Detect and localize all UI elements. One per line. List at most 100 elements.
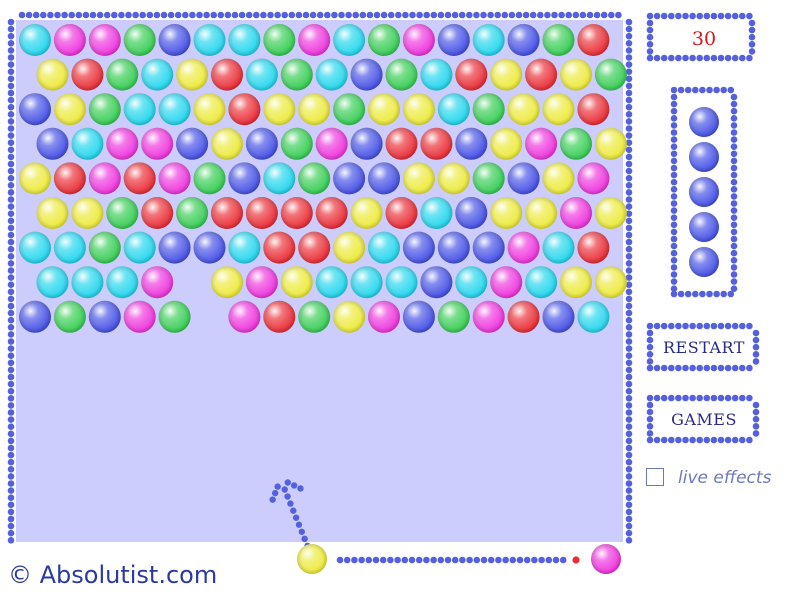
blue-bubble: [333, 162, 366, 195]
bead: [7, 458, 15, 466]
bead: [359, 11, 367, 19]
bead: [670, 122, 678, 129]
blue-bubble: [507, 24, 540, 56]
bead: [7, 387, 15, 395]
games-button[interactable]: GAMES: [648, 410, 760, 429]
bead: [366, 11, 374, 19]
bead: [670, 200, 678, 207]
bead: [625, 458, 633, 466]
bead: [731, 12, 739, 20]
bead: [675, 364, 682, 372]
bead: [699, 86, 706, 94]
blue-bubble: [158, 231, 191, 264]
bead: [724, 322, 732, 330]
bead: [730, 150, 738, 158]
bead: [668, 436, 675, 444]
magenta-bubble: [560, 197, 592, 229]
cyan-bubble: [158, 93, 191, 126]
blue-bubble: [420, 266, 453, 299]
blue-bubble: [88, 300, 121, 333]
bead: [494, 11, 502, 19]
bead: [292, 514, 300, 521]
yellow-bubble: [298, 93, 331, 126]
bead: [730, 100, 738, 108]
bead: [210, 11, 217, 19]
bead: [7, 196, 15, 203]
game-board[interactable]: [0, 0, 800, 600]
bead: [245, 11, 253, 19]
bead: [675, 54, 682, 62]
cyan-bubble: [193, 24, 226, 56]
bead: [703, 54, 711, 62]
bead: [684, 290, 692, 298]
bead: [752, 358, 760, 365]
bead: [730, 115, 738, 122]
bead: [670, 93, 678, 101]
magenta-bubble: [507, 231, 540, 264]
bead: [670, 207, 678, 214]
bead: [103, 11, 111, 19]
bead: [7, 515, 15, 523]
bead: [281, 11, 289, 19]
bead: [717, 436, 725, 444]
red-bubble: [315, 197, 348, 229]
bead: [437, 11, 445, 19]
bead: [703, 436, 711, 444]
green-bubble: [158, 300, 191, 333]
live-effects-label: live effects: [678, 468, 772, 488]
yellow-bubble: [36, 197, 69, 229]
current-ball: [297, 544, 327, 574]
bead: [625, 111, 633, 118]
bead: [730, 122, 738, 129]
bead: [7, 359, 15, 367]
bead: [7, 18, 15, 26]
bead: [538, 556, 545, 564]
bead: [625, 402, 633, 409]
bead: [508, 11, 516, 19]
bead: [231, 11, 239, 19]
restart-button[interactable]: RESTART: [648, 338, 760, 357]
bead: [7, 54, 15, 61]
bead: [670, 228, 678, 236]
yellow-bubble: [19, 162, 51, 195]
red-bubble: [71, 58, 104, 91]
bead: [730, 143, 738, 150]
bead: [696, 394, 703, 402]
bead: [290, 482, 298, 489]
bead: [480, 11, 487, 19]
bead: [739, 364, 746, 372]
green-bubble: [594, 58, 627, 91]
bead: [653, 54, 661, 62]
bead: [7, 331, 15, 338]
bead: [7, 451, 15, 459]
cyan-bubble: [19, 24, 51, 56]
bead: [501, 11, 509, 19]
cyan-bubble: [542, 231, 575, 264]
bead: [625, 196, 633, 203]
bead: [565, 11, 572, 19]
bead: [7, 32, 15, 40]
bead: [7, 352, 15, 360]
bead: [7, 245, 15, 253]
bead: [7, 139, 15, 146]
cyan-bubble: [350, 266, 383, 299]
magenta-bubble: [88, 162, 121, 195]
bead: [395, 11, 402, 19]
live-effects-checkbox[interactable]: [646, 468, 664, 486]
yellow-bubble: [368, 93, 400, 126]
bead: [458, 11, 466, 19]
green-bubble: [280, 127, 313, 160]
bead: [7, 402, 15, 409]
bead: [7, 366, 15, 374]
bubble-grid: [19, 24, 627, 333]
bead: [625, 430, 633, 438]
bead: [730, 171, 738, 179]
bead: [7, 480, 15, 487]
bead: [338, 11, 345, 19]
bead: [473, 556, 481, 564]
cyan-bubble: [36, 266, 69, 299]
bead: [682, 394, 689, 402]
blue-bubble: [542, 300, 575, 333]
bead: [625, 18, 633, 26]
bead: [7, 338, 15, 345]
